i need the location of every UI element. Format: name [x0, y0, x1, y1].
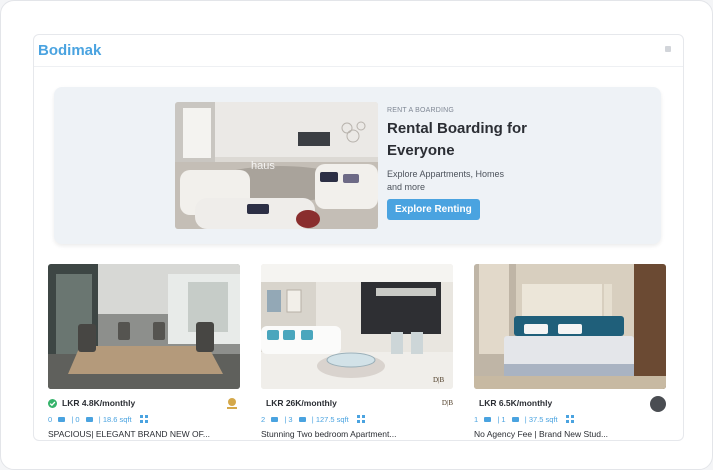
hero-description: Explore Appartments, Homes and more [387, 169, 505, 192]
bed-icon [58, 416, 66, 422]
baths-count: 0 [75, 414, 80, 424]
listing-specs: 1 | 1 | 37.5 sqft [474, 414, 666, 426]
dark-round-logo-icon [650, 396, 666, 412]
listing-price: LKR 26K/monthly [266, 398, 337, 408]
db-logo-icon: D|B [441, 399, 453, 407]
top-bar: Bodimak [34, 35, 683, 67]
app-window: Bodimak haus RENT A BOARDING Rental Boar… [0, 0, 713, 470]
listing-card[interactable]: LKR 6.5K/monthly 1 | 1 | 37.5 sqft No Ag… [474, 264, 666, 440]
grid-icon [356, 415, 365, 424]
beds-count: 1 [474, 414, 479, 424]
brand-logo[interactable]: Bodimak [38, 42, 101, 59]
listing-photo[interactable] [474, 264, 666, 389]
price-row: LKR 4.8K/monthly [48, 396, 240, 414]
explore-renting-button[interactable]: Explore Renting [387, 199, 480, 220]
listing-price: LKR 6.5K/monthly [479, 398, 553, 408]
bath-icon [85, 416, 93, 422]
price-row: LKR 6.5K/monthly [474, 396, 666, 414]
baths-count: 1 [501, 414, 506, 424]
area-value: 127.5 sqft [315, 414, 349, 424]
listing-card[interactable]: LKR 4.8K/monthly 0 | 0 | 18.6 sqft SPACI [48, 264, 240, 440]
listing-title[interactable]: Stunning Two bedroom Apartment... [261, 429, 453, 439]
listing-photo[interactable]: D|B [261, 264, 453, 389]
svg-text:D|B: D|B [433, 376, 444, 384]
hero-banner: haus RENT A BOARDING Rental Boarding for… [54, 87, 661, 244]
bath-icon [511, 416, 519, 422]
bath-icon [298, 416, 306, 422]
listing-card[interactable]: D|B LKR 26K/monthly D|B 2 | 3 | 127.5 sq… [261, 264, 453, 440]
gold-crest-logo-icon [224, 396, 240, 412]
hero-text-block: RENT A BOARDING Rental Boarding for Ever… [387, 107, 567, 220]
grid-icon [565, 415, 574, 424]
hero-image-watermark: haus [251, 160, 275, 172]
grid-icon [139, 415, 148, 424]
hero-title: Rental Boarding for Everyone [387, 120, 528, 159]
area-value: 37.5 sqft [528, 414, 558, 424]
listing-price: LKR 4.8K/monthly [62, 398, 136, 408]
area-value: 18.6 sqft [102, 414, 132, 424]
baths-count: 3 [288, 414, 293, 424]
listing-title[interactable]: SPACIOUS| ELEGANT BRAND NEW OF... [48, 429, 240, 439]
verified-check-icon [48, 399, 57, 408]
beds-count: 2 [261, 414, 266, 424]
listing-photo[interactable] [48, 264, 240, 389]
hero-image: haus [175, 102, 378, 229]
hero-eyebrow: RENT A BOARDING [387, 107, 455, 114]
listing-specs: 0 | 0 | 18.6 sqft [48, 414, 240, 426]
page-container: Bodimak haus RENT A BOARDING Rental Boar… [33, 34, 684, 441]
beds-count: 0 [48, 414, 53, 424]
menu-icon[interactable] [665, 46, 671, 52]
listing-title[interactable]: No Agency Fee | Brand New Stud... [474, 429, 666, 439]
price-row: LKR 26K/monthly D|B [261, 396, 453, 414]
listing-specs: 2 | 3 | 127.5 sqft [261, 414, 453, 426]
bed-icon [484, 416, 492, 422]
bed-icon [271, 416, 279, 422]
